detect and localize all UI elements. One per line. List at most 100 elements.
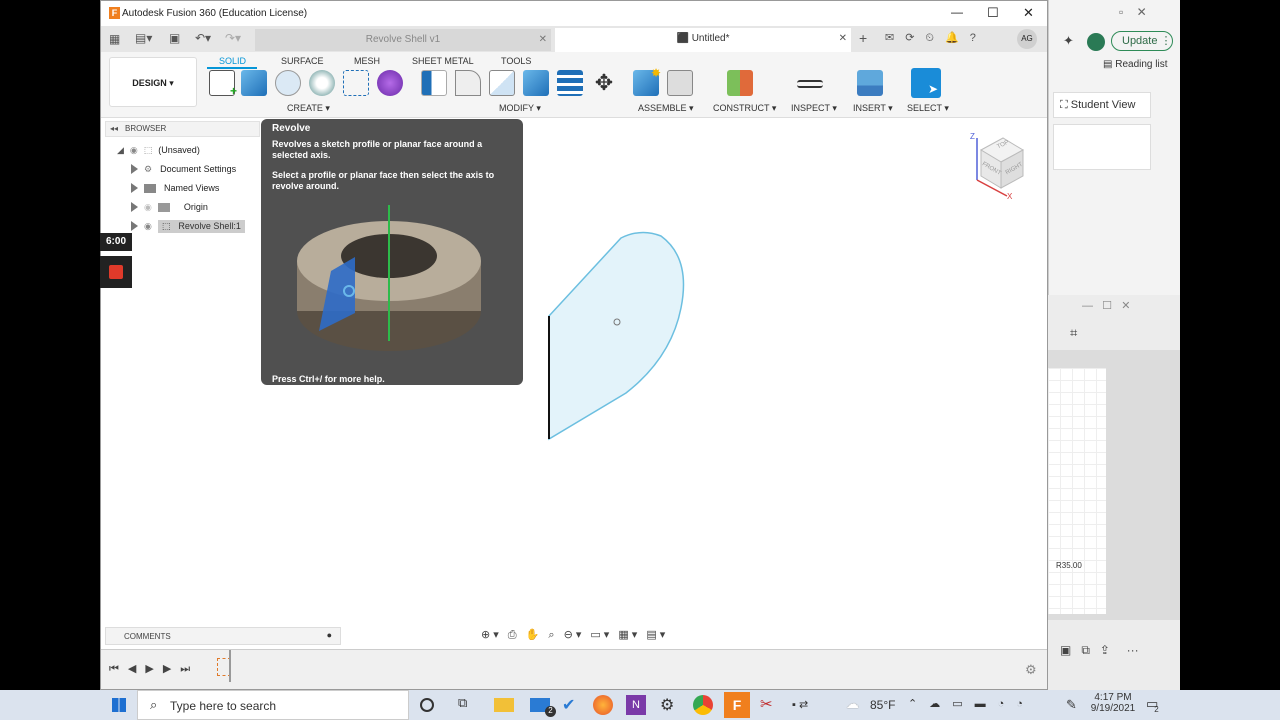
press-pull-icon[interactable]: [421, 70, 447, 96]
taskbar-search[interactable]: ⌕ Type here to search: [137, 690, 409, 720]
chrome-icon[interactable]: [693, 695, 713, 715]
new-component-icon[interactable]: ✸: [633, 66, 661, 96]
student-view-button[interactable]: ⛶ Student View: [1053, 92, 1151, 118]
fusion-taskbar-icon[interactable]: F: [724, 692, 750, 718]
tab-untitled[interactable]: ⬛ Untitled* ✕: [555, 28, 851, 52]
fillet-icon[interactable]: [455, 70, 481, 96]
recorder-stop-button[interactable]: [100, 256, 132, 288]
extensions-icon[interactable]: ✦: [1063, 33, 1079, 49]
save-icon[interactable]: ▣: [169, 31, 180, 45]
tab-tools[interactable]: TOOLS: [501, 56, 531, 66]
crop-icon[interactable]: ⌗: [1070, 325, 1077, 341]
select-menu[interactable]: SELECT ▾: [907, 103, 949, 114]
clock[interactable]: 4:17 PM 9/19/2021: [1088, 692, 1138, 714]
joint-icon[interactable]: [667, 70, 693, 96]
tray-icons[interactable]: ⌃☁▭▬◔◔: [908, 697, 1035, 710]
dimension-label: R35.00: [1056, 561, 1082, 570]
snip-icon[interactable]: ✂: [760, 695, 780, 715]
navigation-bar[interactable]: ⊕▾ ⎙ ✋ ⌕ ⊖▾ ▭▾ ▦▾ ▤▾: [481, 628, 668, 642]
todo-icon[interactable]: ✔: [562, 695, 582, 715]
bg-toolbar-icons[interactable]: ▣ ⧉ ⇪ ···: [1060, 643, 1139, 658]
tree-item-document-settings[interactable]: ⚙ Document Settings: [131, 160, 236, 178]
redo-icon[interactable]: ↷▾: [225, 31, 241, 45]
comments-panel[interactable]: COMMENTS ●: [105, 627, 341, 645]
timeline-settings-icon[interactable]: ⚙: [1025, 662, 1037, 678]
timeline-marker[interactable]: [229, 650, 231, 682]
expand-icon[interactable]: [131, 164, 138, 174]
move-icon[interactable]: ✥: [591, 70, 617, 96]
loft-icon[interactable]: [343, 70, 369, 96]
windows-start-icon[interactable]: [112, 698, 126, 712]
insert-image-icon[interactable]: [857, 70, 883, 96]
sweep-icon[interactable]: [309, 70, 335, 96]
eye-icon[interactable]: ◉: [130, 145, 138, 156]
eye-hidden-icon[interactable]: ◉: [144, 202, 152, 213]
reading-list-button[interactable]: ▤ Reading list: [1103, 59, 1168, 70]
cortana-icon[interactable]: [420, 698, 434, 712]
tree-item-named-views[interactable]: Named Views: [131, 179, 219, 197]
expand-icon[interactable]: ◢: [117, 145, 124, 156]
sketch-profile[interactable]: [541, 228, 801, 448]
tree-item-revolve-shell[interactable]: ◉ ⬚ Revolve Shell:1: [131, 217, 245, 235]
maximize-button[interactable]: ☐: [987, 5, 999, 21]
tab-close-icon[interactable]: ✕: [539, 29, 547, 51]
chamfer-icon[interactable]: [489, 70, 515, 96]
header-icons[interactable]: ✉⟳⏲🔔?: [885, 31, 987, 45]
collapse-icon[interactable]: ◂◂: [110, 124, 118, 133]
combine-icon[interactable]: [523, 70, 549, 96]
select-icon[interactable]: ➤: [911, 68, 941, 98]
viewcube[interactable]: TOP FRONT RIGHT Z X: [967, 132, 1031, 202]
offset-plane-icon[interactable]: [727, 70, 753, 96]
file-explorer-icon[interactable]: [494, 698, 514, 712]
expand-icon[interactable]: [131, 202, 138, 212]
tab-surface[interactable]: SURFACE: [281, 56, 324, 66]
close-button[interactable]: ✕: [1023, 5, 1034, 21]
expand-icon[interactable]: [131, 221, 138, 231]
onenote-icon[interactable]: N: [626, 695, 646, 715]
create-menu[interactable]: CREATE ▾: [287, 103, 330, 114]
tab-solid[interactable]: SOLID: [219, 56, 246, 66]
file-menu-icon[interactable]: ▤▾: [135, 31, 152, 45]
eye-icon[interactable]: ◉: [144, 221, 152, 232]
mail-icon[interactable]: 2: [530, 698, 556, 717]
side-panel: [1053, 124, 1151, 170]
minimize-button[interactable]: —: [951, 5, 963, 19]
workspace-selector[interactable]: DESIGN ▾: [109, 57, 197, 107]
notification-icon[interactable]: ▭2: [1146, 696, 1163, 714]
modify-menu[interactable]: MODIFY ▾: [499, 103, 541, 114]
add-comment-icon[interactable]: ●: [327, 630, 332, 640]
revolve-icon[interactable]: [275, 70, 301, 96]
tooltip-title: Revolve: [272, 123, 311, 134]
new-tab-icon[interactable]: +: [859, 30, 867, 46]
firefox-icon[interactable]: [593, 695, 613, 715]
system-icons-left[interactable]: ▪ ⇄: [792, 698, 812, 718]
expand-icon[interactable]: [131, 183, 138, 193]
undo-icon[interactable]: ↶▾: [195, 31, 211, 45]
form-icon[interactable]: [377, 70, 403, 96]
tree-item-origin[interactable]: ◉ Origin: [131, 198, 208, 216]
shell-icon[interactable]: [557, 70, 583, 96]
pen-icon[interactable]: ✎: [1066, 697, 1077, 713]
extrude-icon[interactable]: [241, 70, 267, 96]
timeline-controls[interactable]: ⏮◀▶▶⏭: [109, 662, 199, 676]
tab-mesh[interactable]: MESH: [354, 56, 380, 66]
assemble-menu[interactable]: ASSEMBLE ▾: [638, 103, 694, 114]
construct-menu[interactable]: CONSTRUCT ▾: [713, 103, 776, 114]
tab-sheet-metal[interactable]: SHEET METAL: [412, 56, 474, 66]
create-sketch-icon[interactable]: +: [209, 70, 237, 98]
inspect-menu[interactable]: INSPECT ▾: [791, 103, 837, 114]
insert-menu[interactable]: INSERT ▾: [853, 103, 893, 114]
tab-close-icon[interactable]: ✕: [839, 28, 847, 50]
design-canvas[interactable]: ◂◂ BROWSER ◢ ◉ ⬚ (Unsaved) ⚙ Document Se…: [101, 118, 1047, 648]
tab-revolve-shell[interactable]: Revolve Shell v1 ✕: [255, 29, 551, 51]
measure-icon[interactable]: [797, 80, 823, 88]
profile-icon[interactable]: [1087, 33, 1105, 51]
weather-temp[interactable]: 85°F: [870, 698, 895, 712]
tree-item-root[interactable]: ◢ ◉ ⬚ (Unsaved): [117, 141, 200, 159]
user-avatar[interactable]: AG: [1017, 29, 1037, 49]
settings-icon[interactable]: ⚙: [660, 695, 680, 715]
task-view-icon[interactable]: ⧉: [458, 695, 478, 715]
weather-icon[interactable]: ☁: [846, 696, 859, 712]
update-button[interactable]: Update ⋮: [1111, 31, 1173, 51]
grid-menu-icon[interactable]: ▦: [109, 32, 120, 46]
